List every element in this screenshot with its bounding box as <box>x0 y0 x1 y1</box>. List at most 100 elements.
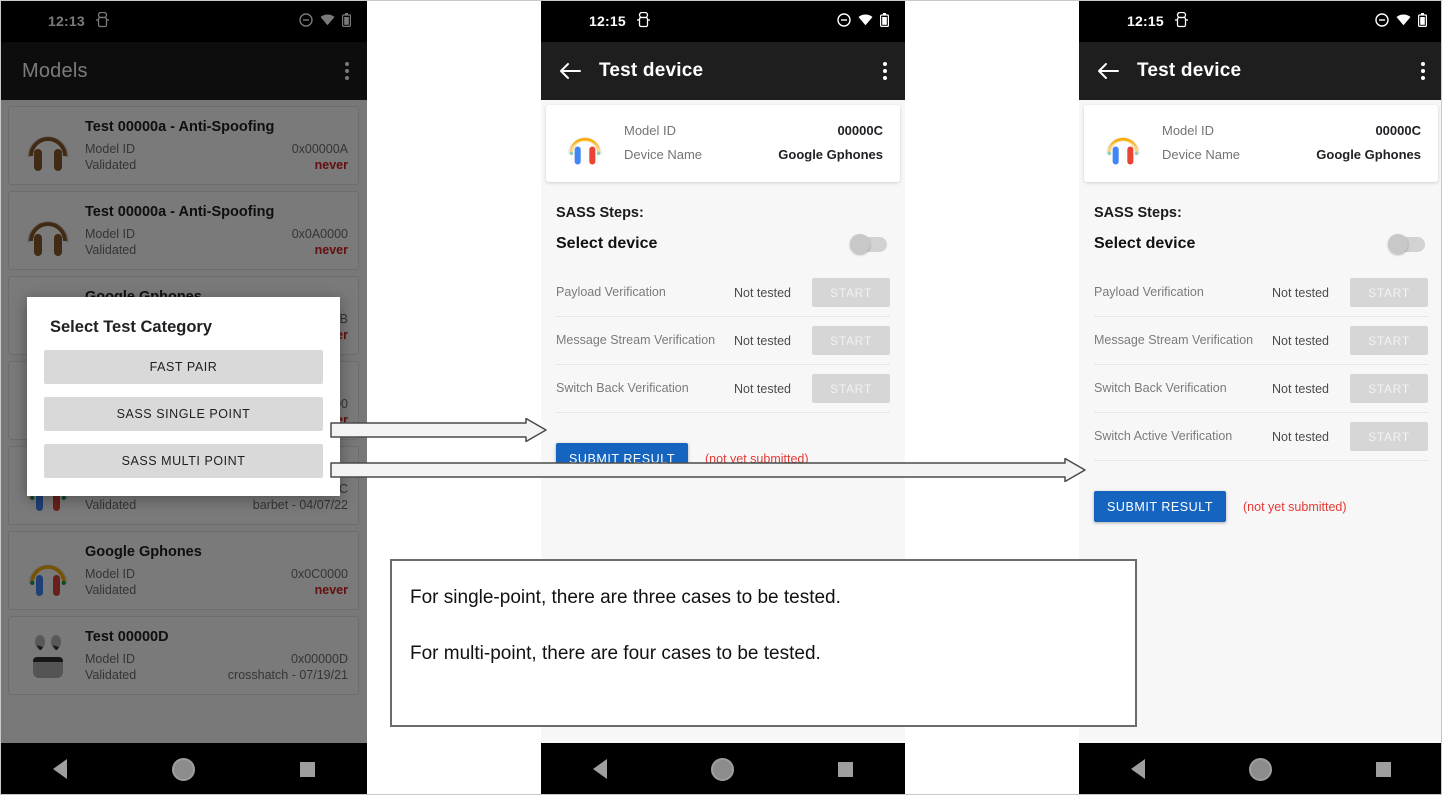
back-arrow-icon[interactable] <box>555 56 585 86</box>
phone-screen-models: 12:13 Models <box>0 0 367 795</box>
wifi-icon <box>1396 13 1411 29</box>
step-name: Message Stream Verification <box>1094 333 1254 347</box>
arrow-multi-point <box>330 458 1086 482</box>
steps-list: Payload Verification Not tested START Me… <box>556 269 890 413</box>
dialog-title: Select Test Category <box>50 318 213 336</box>
submit-result-button[interactable]: SUBMIT RESULT <box>1094 491 1227 522</box>
android-debug-icon <box>637 11 650 31</box>
nav-back-icon[interactable] <box>593 759 607 779</box>
device-name-value: Google Gphones <box>1316 147 1421 162</box>
caption-line-2: For multi-point, there are four cases to… <box>410 643 821 664</box>
step-status: Not tested <box>1272 429 1329 444</box>
sass-single-point-button[interactable]: SASS SINGLE POINT <box>44 397 323 431</box>
select-device-row: Select device <box>556 233 887 254</box>
step-status: Not tested <box>1272 381 1329 396</box>
steps-list: Payload Verification Not tested START Me… <box>1094 269 1428 461</box>
system-navigation-bar <box>541 743 905 795</box>
start-button[interactable]: START <box>812 326 890 355</box>
app-bar: Test device <box>541 42 905 100</box>
caption-box: For single-point, there are three cases … <box>390 559 1137 727</box>
status-bar-time: 12:15 <box>589 13 626 29</box>
app-bar: Test device <box>1079 42 1442 100</box>
model-id-label: Model ID <box>624 123 677 138</box>
fast-pair-button[interactable]: FAST PAIR <box>44 350 323 384</box>
step-row: Switch Back Verification Not tested STAR… <box>556 365 890 413</box>
nav-home-icon[interactable] <box>171 757 195 781</box>
nav-recents-icon[interactable] <box>299 761 315 777</box>
sass-multi-point-button[interactable]: SASS MULTI POINT <box>44 444 323 478</box>
nav-home-icon[interactable] <box>711 757 734 781</box>
sass-steps-heading: SASS Steps: <box>556 205 644 221</box>
step-name: Switch Active Verification <box>1094 429 1233 443</box>
submit-status-note: (not yet submitted) <box>1243 499 1347 514</box>
start-button[interactable]: START <box>812 374 890 403</box>
status-bar-time: 12:15 <box>1127 13 1164 29</box>
nav-home-icon[interactable] <box>1249 757 1272 781</box>
system-navigation-bar <box>1079 743 1442 795</box>
status-bar-icons <box>837 12 890 30</box>
device-row-model-id: Model ID 00000C <box>1162 119 1421 143</box>
select-device-toggle[interactable] <box>850 233 887 254</box>
sass-steps-heading: SASS Steps: <box>1094 205 1182 221</box>
step-row: Switch Active Verification Not tested ST… <box>1094 413 1428 461</box>
step-status: Not tested <box>734 381 791 396</box>
step-row: Message Stream Verification Not tested S… <box>556 317 890 365</box>
wifi-icon <box>858 13 873 29</box>
device-name-label: Device Name <box>624 147 703 162</box>
status-bar: 12:15 <box>1079 0 1442 42</box>
step-name: Payload Verification <box>1094 285 1204 299</box>
device-name-label: Device Name <box>1162 147 1241 162</box>
battery-icon <box>880 12 890 30</box>
step-row: Payload Verification Not tested START <box>556 269 890 317</box>
status-bar-icons <box>1375 12 1428 30</box>
step-row: Payload Verification Not tested START <box>1094 269 1428 317</box>
step-row: Switch Back Verification Not tested STAR… <box>1094 365 1428 413</box>
submit-row: SUBMIT RESULT (not yet submitted) <box>1094 491 1442 522</box>
model-id-value: 00000C <box>837 123 883 138</box>
step-status: Not tested <box>734 285 791 300</box>
step-row: Message Stream Verification Not tested S… <box>1094 317 1428 365</box>
step-name: Switch Back Verification <box>556 381 689 395</box>
google-headphones-icon <box>1098 118 1148 168</box>
google-headphones-icon <box>560 118 610 168</box>
system-navigation-bar <box>0 743 367 795</box>
device-summary-card: Model ID 00000C Device Name Google Gphon… <box>546 105 900 182</box>
overflow-menu-icon[interactable] <box>1421 62 1425 80</box>
select-device-row: Select device <box>1094 233 1425 254</box>
dnd-icon <box>1375 12 1389 30</box>
start-button[interactable]: START <box>1350 278 1428 307</box>
model-id-label: Model ID <box>1162 123 1215 138</box>
battery-icon <box>1418 12 1428 30</box>
nav-back-icon[interactable] <box>52 759 67 779</box>
step-status: Not tested <box>1272 285 1329 300</box>
select-device-label: Select device <box>556 235 658 252</box>
status-bar: 12:15 <box>541 0 905 42</box>
select-device-toggle[interactable] <box>1388 233 1425 254</box>
start-button[interactable]: START <box>812 278 890 307</box>
step-name: Payload Verification <box>556 285 666 299</box>
arrow-single-point <box>330 418 547 442</box>
overflow-menu-icon[interactable] <box>883 62 887 80</box>
device-row-device-name: Device Name Google Gphones <box>1162 143 1421 167</box>
nav-recents-icon[interactable] <box>1376 761 1391 777</box>
device-summary-card: Model ID 00000C Device Name Google Gphon… <box>1084 105 1438 182</box>
step-status: Not tested <box>1272 333 1329 348</box>
step-name: Message Stream Verification <box>556 333 716 347</box>
start-button[interactable]: START <box>1350 374 1428 403</box>
select-device-label: Select device <box>1094 235 1196 252</box>
select-test-category-dialog: Select Test Category FAST PAIR SASS SING… <box>27 297 340 496</box>
caption-line-1: For single-point, there are three cases … <box>410 587 841 608</box>
model-id-value: 00000C <box>1375 123 1421 138</box>
device-row-model-id: Model ID 00000C <box>624 119 883 143</box>
android-debug-icon <box>1175 11 1188 31</box>
device-row-device-name: Device Name Google Gphones <box>624 143 883 167</box>
nav-back-icon[interactable] <box>1131 759 1145 779</box>
dnd-icon <box>837 12 851 30</box>
start-button[interactable]: START <box>1350 326 1428 355</box>
start-button[interactable]: START <box>1350 422 1428 451</box>
nav-recents-icon[interactable] <box>838 761 853 777</box>
device-name-value: Google Gphones <box>778 147 883 162</box>
step-status: Not tested <box>734 333 791 348</box>
back-arrow-icon[interactable] <box>1093 56 1123 86</box>
page-title: Test device <box>1137 60 1242 81</box>
